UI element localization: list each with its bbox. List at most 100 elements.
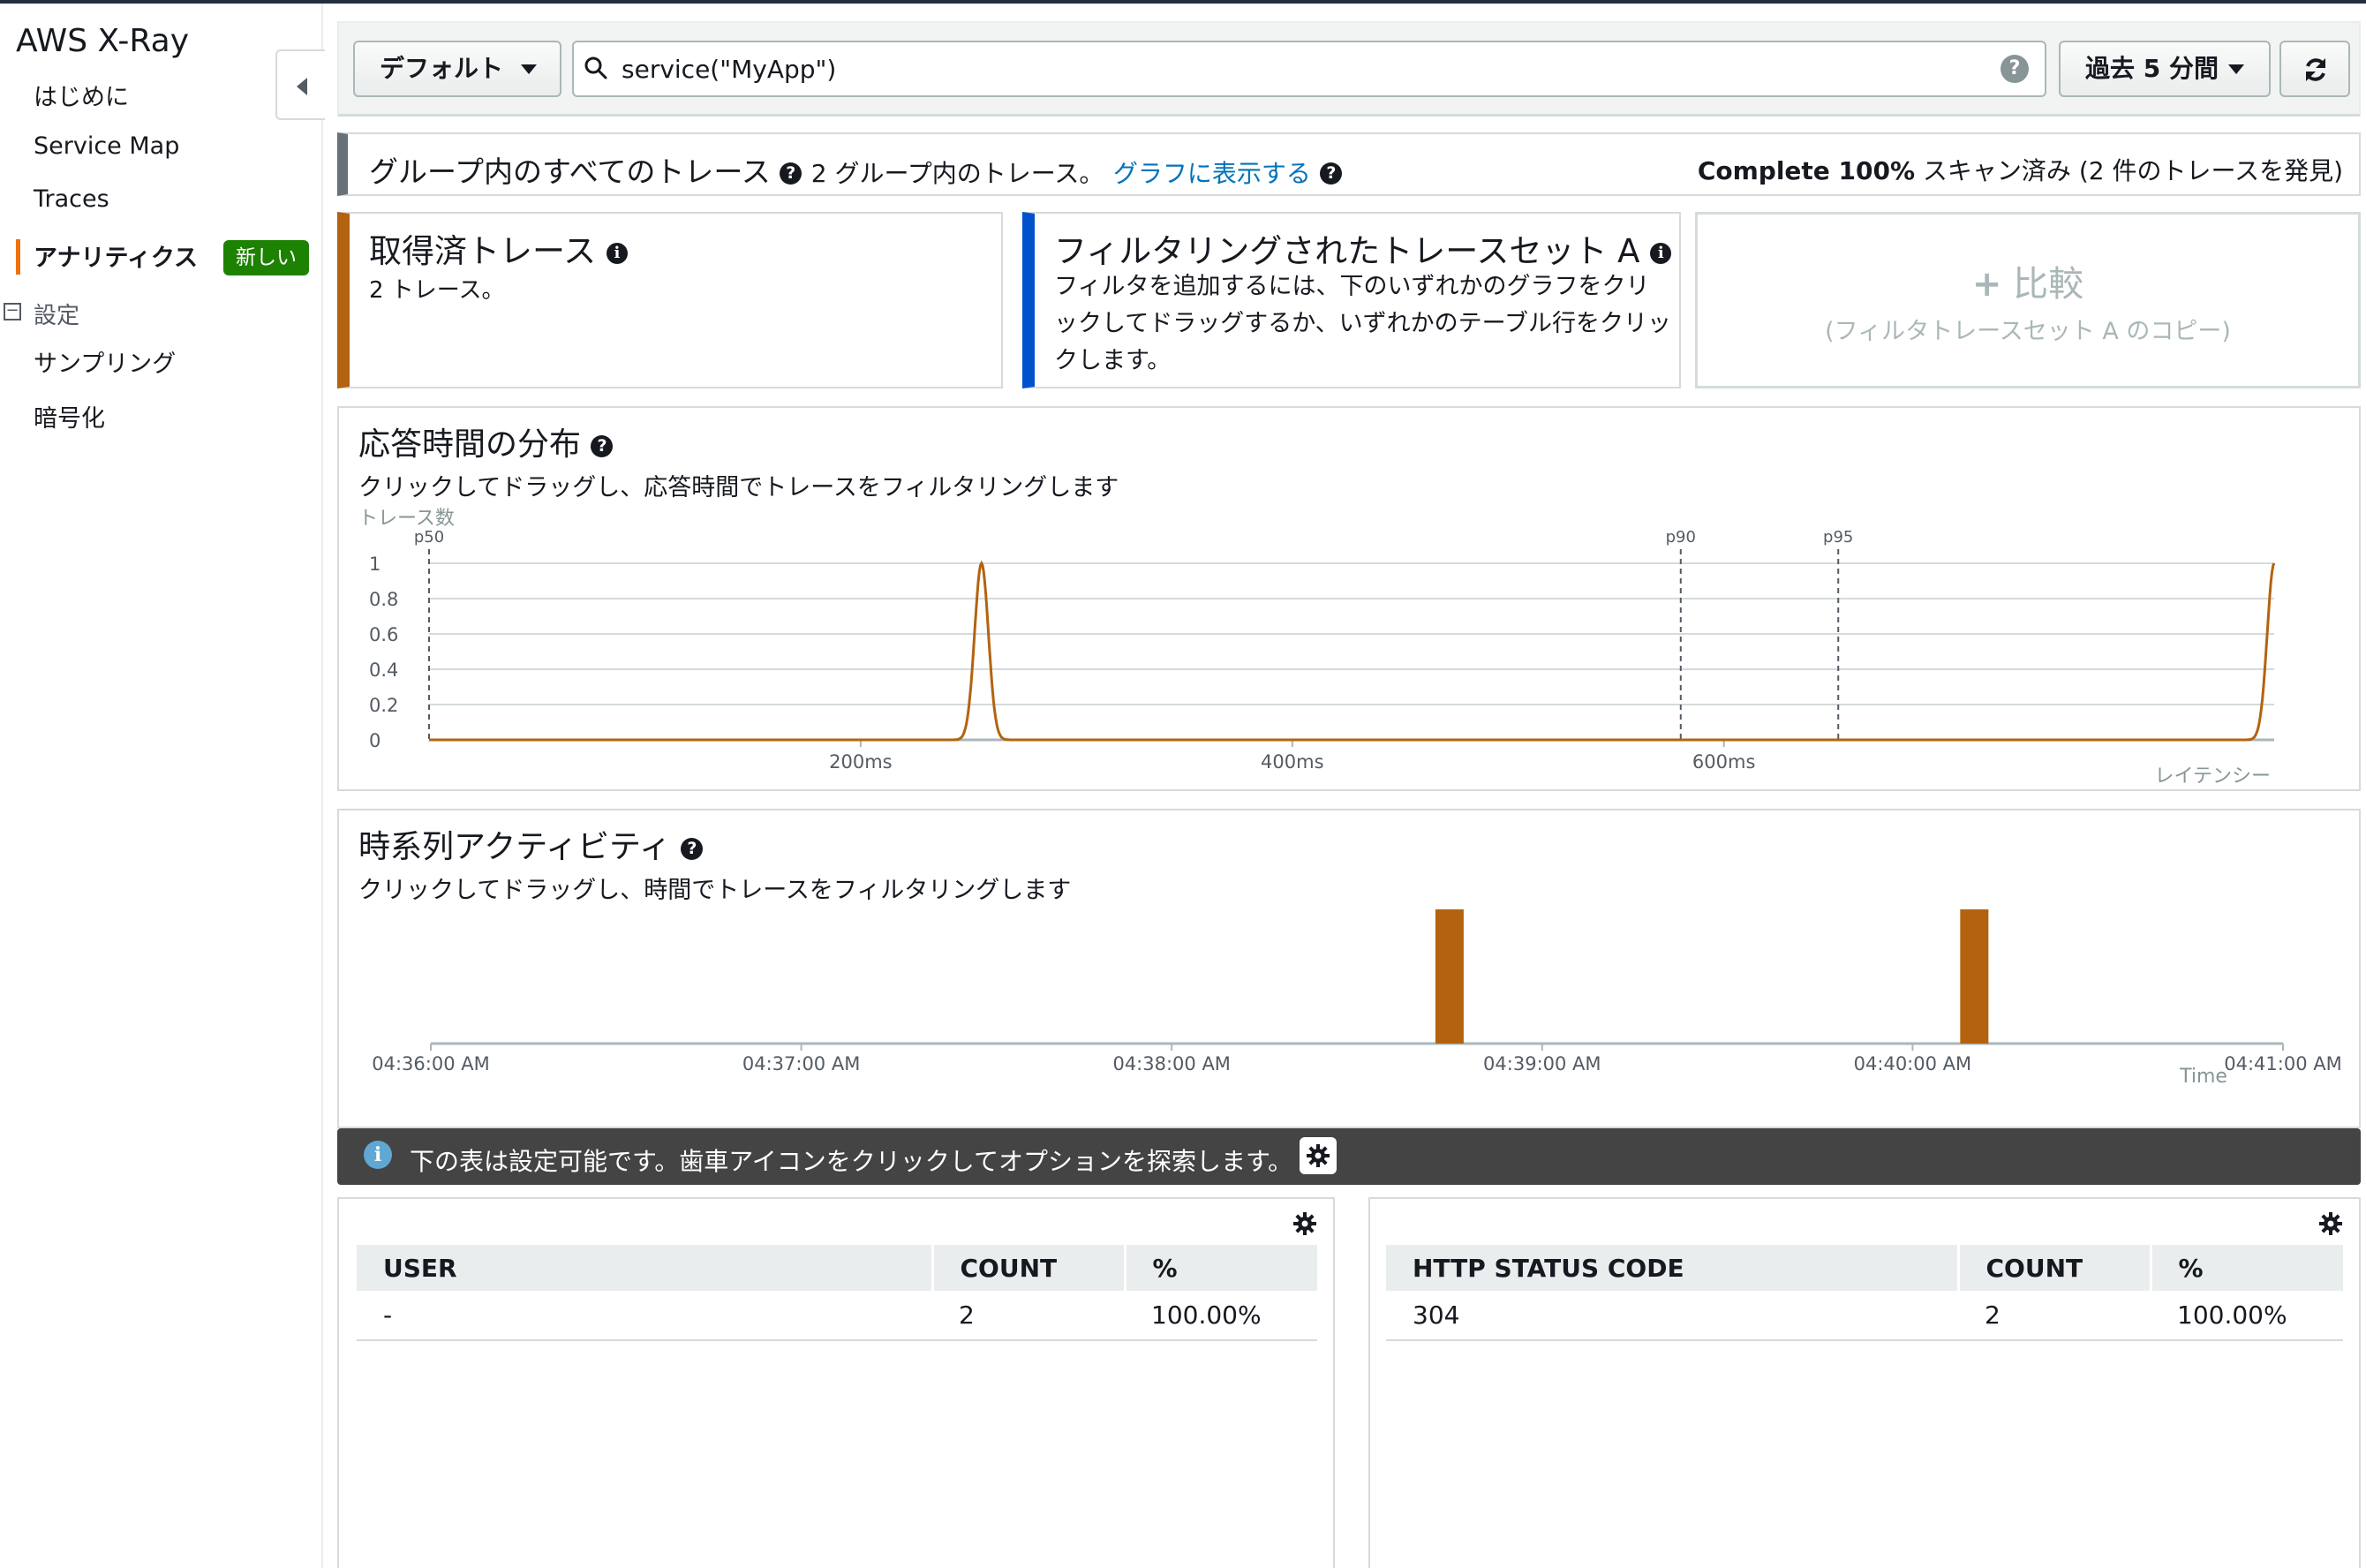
table-cell-percent: 100.00%	[2151, 1291, 2343, 1341]
time-series-activity-panel[interactable]: 時系列アクティビティ ? クリックしてドラッグし、時間でトレースをフィルタリング…	[337, 809, 2361, 1128]
x-tick-label: 04:40:00 AM	[1854, 1053, 1971, 1074]
column-header-http-status[interactable]: HTTP STATUS CODE	[1386, 1245, 1960, 1291]
info-icon: i	[364, 1141, 392, 1169]
sidebar-item-sampling[interactable]: サンプリング	[34, 344, 176, 379]
sidebar-item-getting-started[interactable]: はじめに	[34, 78, 129, 112]
main-content: デフォルト service("MyApp") ? 過去 5 分間 グループ内のす…	[337, 21, 2366, 1568]
x-tick-label: 200ms	[829, 751, 892, 773]
retrieved-traces-card[interactable]: 取得済トレース i 2 トレース。	[337, 212, 1003, 388]
filtered-trace-set-card[interactable]: フィルタリングされたトレースセット A i フィルタを追加するには、下のいずれか…	[1022, 212, 1681, 388]
column-header-percent[interactable]: %	[1125, 1245, 1317, 1291]
response-time-chart[interactable]: トレース数 0 0.2 0.4 0.6 0.8 1 200ms 400ms 600ms レイテンシー…	[339, 408, 2362, 793]
y-tick-label: 0.6	[369, 624, 398, 645]
group-traces-banner: グループ内のすべてのトレース ? 2 グループ内のトレース。 グラフに表示する …	[337, 132, 2361, 196]
sidebar-item-analytics[interactable]: アナリティクス	[34, 238, 198, 273]
show-in-graph-link[interactable]: グラフに表示する	[1113, 159, 1311, 188]
table-cell-http-status: 304	[1386, 1291, 1958, 1341]
filter-expression-value: service("MyApp")	[622, 55, 837, 84]
filtered-trace-set-title: フィルタリングされたトレースセット A i	[1054, 224, 1672, 272]
top-border	[0, 0, 2366, 4]
table-cell-count: 2	[1958, 1291, 2151, 1341]
group-traces-title: グループ内のすべてのトレース	[369, 155, 771, 189]
retrieved-traces-count: 2 トレース。	[369, 277, 505, 304]
column-header-count[interactable]: COUNT	[1958, 1245, 2152, 1291]
refresh-icon	[2306, 58, 2325, 81]
table-row[interactable]: - 2 100.00%	[357, 1291, 1317, 1341]
help-icon[interactable]: ?	[780, 162, 802, 185]
http-status-table-panel: HTTP STATUS CODE COUNT % 304 2 100.00%	[1368, 1197, 2361, 1568]
y-tick-label: 0.8	[369, 589, 398, 610]
x-tick-label: 04:39:00 AM	[1483, 1053, 1601, 1074]
gear-icon[interactable]	[2318, 1211, 2343, 1236]
table-header-row: USER COUNT %	[357, 1245, 1317, 1291]
x-axis-label: Time	[2179, 1066, 2227, 1088]
bar	[1960, 909, 1989, 1044]
collapse-sidebar-button[interactable]	[275, 49, 325, 120]
x-tick-label: 400ms	[1261, 751, 1323, 773]
search-icon	[584, 57, 607, 79]
table-cell-user: -	[357, 1291, 932, 1341]
table-row[interactable]: 304 2 100.00%	[1386, 1291, 2343, 1341]
table-config-info-text: 下の表は設定可能です。歯車アイコンをクリックしてオプションを探索します。	[410, 1147, 1293, 1176]
x-tick-label: 04:41:00 AM	[2224, 1053, 2341, 1074]
filter-toolbar: デフォルト service("MyApp") ? 過去 5 分間	[337, 21, 2361, 117]
filtered-trace-set-description: フィルタを追加するには、下のいずれかのグラフをクリックしてドラッグするか、いずれ…	[1054, 273, 1672, 374]
column-header-count[interactable]: COUNT	[932, 1245, 1126, 1291]
scan-result-text: スキャン済み (2 件のトレースを発見)	[1915, 156, 2343, 185]
percentile-label-p95: p95	[1823, 528, 1853, 547]
percentile-label-p50: p50	[414, 528, 444, 547]
series-line	[429, 560, 2276, 742]
y-tick-label: 0.2	[369, 695, 398, 716]
sidebar: AWS X-Ray はじめに Service Map Traces アナリティク…	[0, 4, 325, 1568]
sidebar-item-traces[interactable]: Traces	[34, 185, 109, 213]
compare-subtitle: (フィルタトレースセット A のコピー)	[1825, 318, 2231, 345]
time-range-button[interactable]: 過去 5 分間	[2059, 41, 2271, 97]
y-tick-label: 0.4	[369, 660, 398, 681]
group-traces-heading: グループ内のすべてのトレース ? 2 グループ内のトレース。 グラフに表示する …	[369, 148, 1343, 191]
response-time-distribution-panel[interactable]: 応答時間の分布 ? クリックしてドラッグし、応答時間でトレースをフィルタリングし…	[337, 406, 2361, 791]
settings-button[interactable]	[1300, 1137, 1337, 1174]
gear-icon[interactable]	[1292, 1211, 1317, 1236]
sidebar-item-encryption[interactable]: 暗号化	[34, 399, 105, 433]
percentile-label-p90: p90	[1666, 528, 1696, 547]
gear-icon	[1307, 1144, 1330, 1167]
scan-status: Complete 100% スキャン済み (2 件のトレースを発見)	[1698, 152, 2343, 187]
y-tick-label: 1	[369, 554, 381, 575]
column-header-user[interactable]: USER	[357, 1245, 934, 1291]
y-axis-label: トレース数	[358, 508, 455, 530]
group-trace-count: 2 グループ内のトレース。	[810, 159, 1104, 188]
x-tick-label: 04:38:00 AM	[1112, 1053, 1230, 1074]
filtered-trace-set-title-text: フィルタリングされたトレースセット A	[1054, 232, 1640, 270]
refresh-button[interactable]	[2279, 41, 2350, 97]
compare-card[interactable]: + 比較 (フィルタトレースセット A のコピー)	[1695, 212, 2361, 388]
collapse-section-icon[interactable]: −	[4, 303, 21, 320]
bar	[1435, 909, 1464, 1044]
info-icon[interactable]: i	[606, 242, 628, 264]
compare-title-text: 比較	[2013, 264, 2084, 305]
group-select-button[interactable]: デフォルト	[353, 41, 561, 97]
table-cell-percent: 100.00%	[1125, 1291, 1317, 1341]
sidebar-item-service-map[interactable]: Service Map	[34, 132, 179, 160]
caret-left-icon	[297, 78, 307, 95]
user-table: USER COUNT % - 2 100.00%	[357, 1245, 1317, 1341]
filter-expression-input[interactable]: service("MyApp") ?	[572, 41, 2046, 97]
group-select-label: デフォルト	[380, 54, 504, 83]
help-icon[interactable]: ?	[2001, 55, 2029, 83]
x-axis-label: レイテンシー	[2154, 765, 2271, 788]
user-table-panel: USER COUNT % - 2 100.00%	[337, 1197, 1335, 1568]
retrieved-traces-title: 取得済トレース i	[369, 224, 628, 272]
http-status-table: HTTP STATUS CODE COUNT % 304 2 100.00%	[1386, 1245, 2343, 1341]
help-icon[interactable]: ?	[1320, 162, 1343, 185]
info-icon[interactable]: i	[1650, 242, 1672, 264]
sidebar-section-settings[interactable]: 設定	[34, 298, 79, 330]
time-series-chart[interactable]: 04:36:00 AM 04:37:00 AM 04:38:00 AM 04:39:0…	[339, 810, 2362, 1130]
caret-down-icon	[521, 64, 537, 74]
x-tick-label: 04:37:00 AM	[742, 1053, 860, 1074]
column-header-percent[interactable]: %	[2151, 1245, 2343, 1291]
caret-down-icon	[2228, 64, 2244, 74]
active-indicator	[16, 239, 20, 275]
new-badge: 新しい	[223, 240, 309, 275]
x-tick-label: 600ms	[1692, 751, 1755, 773]
scan-complete-label: Complete 100%	[1697, 156, 1916, 185]
compare-title: + 比較	[1698, 255, 2358, 306]
